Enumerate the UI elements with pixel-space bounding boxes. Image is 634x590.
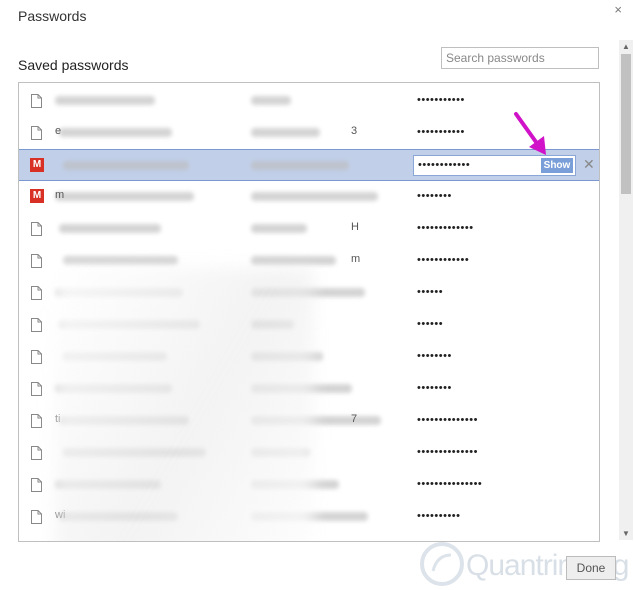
page-icon [31, 222, 42, 236]
redacted-site [63, 161, 189, 170]
done-button[interactable]: Done [566, 556, 616, 580]
redacted-username [251, 161, 349, 170]
redacted-username [251, 224, 307, 233]
password-mask: •••••••• [417, 190, 452, 202]
password-mask: ••••••••••••••• [417, 478, 483, 490]
password-field[interactable]: •••••••••••• Show [413, 155, 576, 176]
redacted-site [59, 128, 172, 137]
password-mask: ••••••••••• [417, 94, 465, 106]
dialog-title: Passwords [18, 8, 87, 24]
redacted-site [55, 96, 155, 105]
page-icon [31, 510, 42, 524]
password-mask: •••••••••••••• [417, 446, 478, 458]
saved-passwords-heading: Saved passwords [18, 57, 129, 73]
password-mask: •••••••••••••• [417, 414, 478, 426]
gmail-icon: M [30, 158, 44, 172]
password-row[interactable]: M •••••••••••• Show ✕ [19, 149, 599, 181]
close-icon[interactable]: × [614, 2, 622, 17]
redacted-site [55, 192, 194, 201]
username-fragment: 7 [351, 413, 358, 425]
page-icon [31, 446, 42, 460]
site-fragment: m [55, 189, 65, 201]
remove-icon[interactable]: ✕ [583, 156, 595, 173]
show-password-button[interactable]: Show [541, 158, 573, 173]
redacted-username [251, 128, 320, 137]
search-input[interactable] [441, 47, 599, 69]
password-mask: ••••••••••• [417, 126, 465, 138]
scrollbar-thumb[interactable] [621, 54, 631, 194]
password-mask: •••••••• [417, 382, 452, 394]
site-fragment: e [55, 125, 62, 137]
username-fragment: H [351, 221, 359, 233]
password-mask: •••••••••••• [417, 254, 470, 266]
page-icon [31, 414, 42, 428]
scrollbar[interactable]: ▲ ▼ [619, 40, 633, 540]
annotation-arrow-icon [514, 112, 546, 155]
watermark-logo-icon [420, 542, 464, 586]
password-row[interactable]: ••••••••••• [19, 85, 599, 117]
password-row[interactable]: Mm •••••••• [19, 181, 599, 213]
redaction-overlay [54, 268, 314, 541]
page-icon [31, 382, 42, 396]
password-mask: •••••••••• [417, 510, 461, 522]
scroll-down-icon[interactable]: ▼ [622, 529, 630, 538]
username-fragment: m [351, 253, 361, 265]
password-mask: •••••• [417, 286, 444, 298]
redacted-site [63, 256, 178, 265]
redacted-username [251, 192, 378, 201]
scroll-up-icon[interactable]: ▲ [622, 42, 630, 51]
password-mask: •••••• [417, 318, 444, 330]
password-row[interactable]: e 3 ••••••••••• [19, 117, 599, 149]
password-row[interactable]: H ••••••••••••• [19, 213, 599, 245]
page-icon [31, 350, 42, 364]
password-mask: •••••••• [417, 350, 452, 362]
password-mask: ••••••••••••• [417, 222, 474, 234]
page-icon [31, 318, 42, 332]
page-icon [31, 126, 42, 140]
page-icon [31, 478, 42, 492]
password-mask: •••••••••••• [418, 159, 471, 171]
redacted-username [251, 256, 336, 265]
page-icon [31, 286, 42, 300]
username-fragment: 3 [351, 125, 358, 137]
redacted-site [59, 224, 161, 233]
page-icon [31, 94, 42, 108]
gmail-icon: M [30, 189, 44, 203]
page-icon [31, 254, 42, 268]
redacted-username [251, 96, 291, 105]
